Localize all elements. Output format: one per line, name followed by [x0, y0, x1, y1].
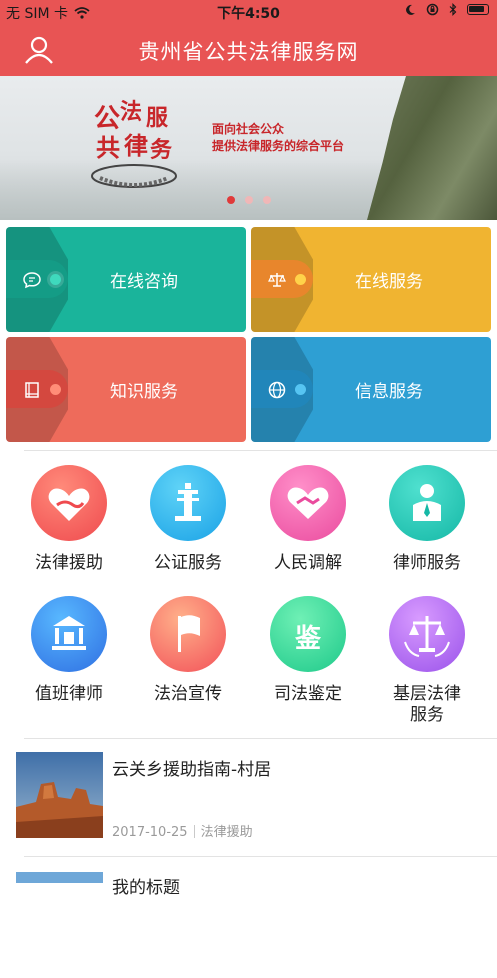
meta-separator — [193, 825, 195, 838]
tile-label: 信息服务 — [355, 382, 423, 402]
handshake-glyph — [287, 487, 329, 519]
carousel-dot[interactable] — [262, 196, 271, 204]
tile-label: 在线服务 — [355, 272, 423, 292]
banner-carousel[interactable]: 公 法 服 共 律 务 面向社会公众 提供法律服务的综合平台 — [0, 76, 497, 220]
notary-pillar-glyph — [175, 483, 201, 521]
service-label: 公证服务 — [154, 553, 222, 573]
tile-label: 知识服务 — [110, 382, 178, 402]
logo-char: 务 — [150, 137, 173, 163]
service-grassroots-legal[interactable]: 基层法律 服务 — [372, 596, 482, 726]
section-divider — [24, 450, 497, 451]
tile-online-consult[interactable]: 在线咨询 — [6, 227, 246, 332]
service-label: 值班律师 — [35, 684, 103, 704]
news-thumbnail — [16, 752, 103, 838]
banner-mist — [0, 160, 380, 220]
carousel-indicator — [0, 196, 497, 204]
bluetooth-icon — [449, 3, 457, 16]
service-label: 司法鉴定 — [274, 684, 342, 704]
flag-glyph — [178, 615, 200, 652]
courthouse-glyph — [52, 616, 86, 650]
tile-online-service[interactable]: 在线服务 — [251, 227, 491, 332]
news-title: 我的标题 — [112, 878, 180, 898]
service-label: 法律援助 — [35, 553, 103, 573]
news-date: 2017-10-25 — [112, 825, 188, 840]
battery-icon — [467, 4, 489, 15]
service-judicial-appraisal[interactable]: 鉴 司法鉴定 — [253, 596, 363, 705]
logo-char: 共 — [96, 133, 120, 162]
service-legal-aid[interactable]: 法律援助 — [14, 465, 124, 574]
tile-label: 在线咨询 — [110, 272, 178, 292]
handshake-icon — [270, 465, 346, 541]
banner-slogan-line2: 提供法律服务的综合平台 — [212, 139, 345, 153]
logo-char: 服 — [146, 105, 169, 131]
news-meta: 2017-10-25 法律援助 — [112, 821, 253, 840]
logo-char: 法 — [120, 99, 143, 125]
page-title: 贵州省公共法律服务网 — [138, 40, 359, 64]
logo-ring-icon — [91, 164, 177, 188]
service-label: 人民调解 — [274, 553, 342, 573]
banner-slogan: 面向社会公众 提供法律服务的综合平台 — [212, 121, 344, 155]
service-label: 基层法律 服务 — [372, 684, 482, 726]
carousel-dot[interactable] — [226, 196, 235, 204]
appraisal-icon: 鉴 — [270, 596, 346, 672]
notary-pillar-icon — [150, 465, 226, 541]
appraisal-glyph: 鉴 — [294, 624, 321, 654]
service-label: 法治宣传 — [154, 684, 222, 704]
tile-info-service[interactable]: 信息服务 — [251, 337, 491, 442]
lawyer-glyph — [413, 484, 441, 521]
news-title: 云关乡援助指南-村居 — [112, 760, 272, 780]
heart-hands-glyph — [48, 488, 90, 521]
heart-hands-icon — [31, 465, 107, 541]
news-item[interactable]: 云关乡援助指南-村居 2017-10-25 法律援助 — [16, 752, 497, 858]
courthouse-icon — [31, 596, 107, 672]
service-mediation[interactable]: 人民调解 — [253, 465, 363, 574]
section-divider — [24, 856, 497, 857]
news-thumbnail-image — [16, 872, 103, 883]
news-thumbnail — [16, 872, 103, 883]
service-label: 律师服务 — [393, 553, 461, 573]
tile-knowledge-service[interactable]: 知识服务 — [6, 337, 246, 442]
rotation-lock-icon — [426, 3, 439, 16]
service-lawyer[interactable]: 律师服务 — [372, 465, 482, 574]
section-divider — [24, 738, 497, 739]
carousel-dot[interactable] — [244, 196, 253, 204]
news-item[interactable]: 我的标题 — [16, 872, 497, 978]
service-notary[interactable]: 公证服务 — [133, 465, 243, 574]
status-bar: 无 SIM 卡 下午4:50 — [0, 0, 497, 24]
service-rule-of-law-publicity[interactable]: 法治宣传 — [133, 596, 243, 705]
scales-badge-glyph — [404, 616, 450, 657]
news-category: 法律援助 — [200, 825, 253, 840]
scales-badge-icon — [389, 596, 465, 672]
status-right — [404, 3, 489, 16]
header: 贵州省公共法律服务网 — [0, 24, 497, 76]
lawyer-icon — [389, 465, 465, 541]
banner-slogan-line1: 面向社会公众 — [212, 122, 285, 136]
moon-icon — [406, 4, 415, 15]
service-label-line2: 服务 — [410, 705, 444, 725]
flag-icon — [150, 596, 226, 672]
service-duty-lawyer[interactable]: 值班律师 — [14, 596, 124, 705]
service-label-line1: 基层法律 — [393, 684, 461, 704]
banner-logo: 公 法 服 共 律 务 — [86, 94, 186, 194]
logo-char: 律 — [124, 131, 148, 160]
desert-landscape-image — [16, 752, 103, 838]
